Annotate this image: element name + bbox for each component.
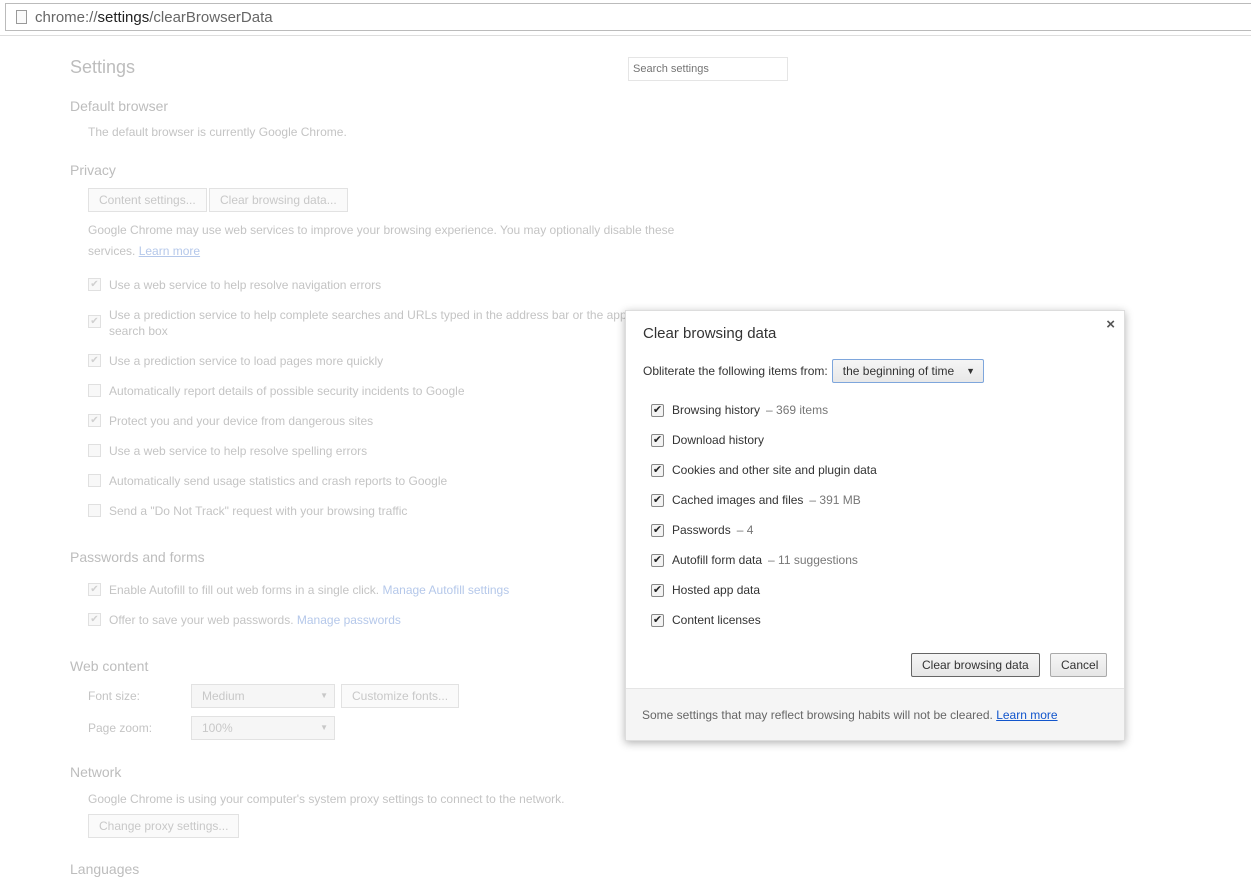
option-label: Use a prediction service to load pages m… — [109, 354, 384, 368]
list-item[interactable]: ✔ Cookies and other site and plugin data — [651, 455, 877, 485]
option-label: Use a web service to help resolve spelli… — [109, 444, 368, 458]
passwords-heading: Passwords and forms — [70, 549, 205, 565]
cancel-button[interactable]: Cancel — [1050, 653, 1107, 677]
list-item[interactable]: ✔ Hosted app data — [651, 575, 877, 605]
option-label: Automatically report details of possible… — [109, 384, 465, 398]
content-settings-button[interactable]: Content settings... — [88, 188, 207, 212]
option-label: Use a web service to help resolve naviga… — [109, 278, 382, 292]
font-size-label: Font size: — [88, 689, 141, 703]
option-label: Protect you and your device from dangero… — [109, 414, 374, 428]
url-host: settings — [97, 8, 150, 26]
checkbox[interactable] — [88, 504, 101, 517]
search-settings-input[interactable] — [628, 57, 788, 81]
divider — [0, 35, 1251, 36]
checkbox[interactable]: ✔ — [88, 278, 101, 291]
item-label: Download history — [672, 433, 765, 447]
checkbox[interactable]: ✔ — [651, 463, 664, 477]
item-label: Passwords — [672, 523, 731, 537]
list-item[interactable]: ✔ Passwords – 4 — [651, 515, 877, 545]
privacy-description: Google Chrome may use web services to im… — [88, 223, 675, 237]
option-label: Send a "Do Not Track" request with your … — [109, 504, 408, 518]
item-count: – 4 — [736, 523, 754, 537]
footer-text: Some settings that may reflect browsing … — [642, 708, 993, 722]
dialog-title: Clear browsing data — [643, 325, 777, 342]
checkbox[interactable] — [88, 474, 101, 487]
clear-browsing-data-confirm-button[interactable]: Clear browsing data — [911, 653, 1040, 677]
page-icon — [16, 10, 27, 24]
checkbox[interactable]: ✔ — [651, 493, 664, 507]
item-label: Content licenses — [672, 613, 761, 627]
web-content-heading: Web content — [70, 658, 149, 674]
checkbox[interactable]: ✔ — [88, 354, 101, 367]
item-label: Autofill form data — [672, 553, 763, 567]
checkbox[interactable]: ✔ — [651, 613, 664, 627]
dropdown-arrow-icon: ▼ — [966, 366, 976, 376]
checkbox[interactable]: ✔ — [651, 583, 664, 597]
network-text: Google Chrome is using your computer's s… — [88, 792, 565, 806]
dialog-footer: Some settings that may reflect browsing … — [626, 688, 1124, 740]
checkbox[interactable]: ✔ — [88, 315, 101, 328]
change-proxy-button[interactable]: Change proxy settings... — [88, 814, 240, 838]
option-label-2: search box — [109, 324, 168, 338]
font-size-select[interactable]: Medium — [191, 684, 335, 708]
manage-autofill-link[interactable]: Manage Autofill settings — [382, 583, 509, 597]
privacy-heading: Privacy — [70, 162, 116, 178]
checkbox[interactable]: ✔ — [651, 403, 664, 417]
autofill-label: Enable Autofill to fill out web forms in… — [109, 583, 380, 597]
page-title: Settings — [70, 57, 136, 77]
time-range-value: the beginning of time — [842, 364, 955, 378]
checkbox[interactable]: ✔ — [651, 523, 664, 537]
default-browser-text: The default browser is currently Google … — [88, 125, 347, 139]
item-count: – 391 MB — [809, 493, 861, 507]
privacy-description-2: services. — [88, 244, 136, 258]
checkbox[interactable]: ✔ — [88, 414, 101, 427]
url-prefix: chrome:// — [35, 8, 98, 26]
close-icon[interactable]: × — [1106, 316, 1115, 333]
page-zoom-label: Page zoom: — [88, 721, 153, 735]
learn-more-link[interactable]: Learn more — [996, 708, 1057, 722]
clear-browsing-data-dialog: Clear browsing data × Obliterate the fol… — [625, 310, 1125, 741]
list-item[interactable]: ✔ Download history — [651, 425, 877, 455]
default-browser-heading: Default browser — [70, 98, 169, 114]
checkbox[interactable]: ✔ — [88, 613, 101, 626]
list-item[interactable]: ✔ Content licenses — [651, 605, 877, 635]
item-label: Hosted app data — [672, 583, 761, 597]
list-item[interactable]: ✔ Cached images and files – 391 MB — [651, 485, 877, 515]
learn-more-link[interactable]: Learn more — [139, 244, 200, 258]
network-heading: Network — [70, 764, 122, 780]
item-label: Browsing history — [672, 403, 761, 417]
checkbox[interactable]: ✔ — [88, 583, 101, 596]
languages-heading: Languages — [70, 861, 140, 877]
item-count: – 11 suggestions — [768, 553, 858, 567]
customize-fonts-button[interactable]: Customize fonts... — [341, 684, 460, 708]
clear-browsing-data-button[interactable]: Clear browsing data... — [209, 188, 348, 212]
address-bar[interactable]: chrome://settings/clearBrowserData — [5, 3, 1251, 31]
time-range-label: Obliterate the following items from: — [643, 364, 828, 378]
checkbox[interactable]: ✔ — [651, 553, 664, 567]
manage-passwords-link[interactable]: Manage passwords — [297, 613, 401, 627]
time-range-select[interactable]: the beginning of time ▼ — [831, 359, 985, 383]
page-zoom-select[interactable]: 100% — [191, 716, 335, 740]
checkbox[interactable] — [88, 384, 101, 397]
list-item[interactable]: ✔ Autofill form data – 11 suggestions — [651, 545, 877, 575]
option-label: Automatically send usage statistics and … — [109, 474, 448, 488]
save-passwords-label: Offer to save your web passwords. — [109, 613, 294, 627]
option-label: Use a prediction service to help complet… — [109, 308, 676, 322]
item-count: – 369 items — [766, 403, 829, 417]
item-label: Cookies and other site and plugin data — [672, 463, 877, 477]
checkbox[interactable]: ✔ — [651, 433, 664, 447]
list-item[interactable]: ✔ Browsing history – 369 items — [651, 395, 877, 425]
checkbox[interactable] — [88, 444, 101, 457]
item-label: Cached images and files — [672, 493, 804, 507]
url-path: /clearBrowserData — [149, 8, 273, 26]
